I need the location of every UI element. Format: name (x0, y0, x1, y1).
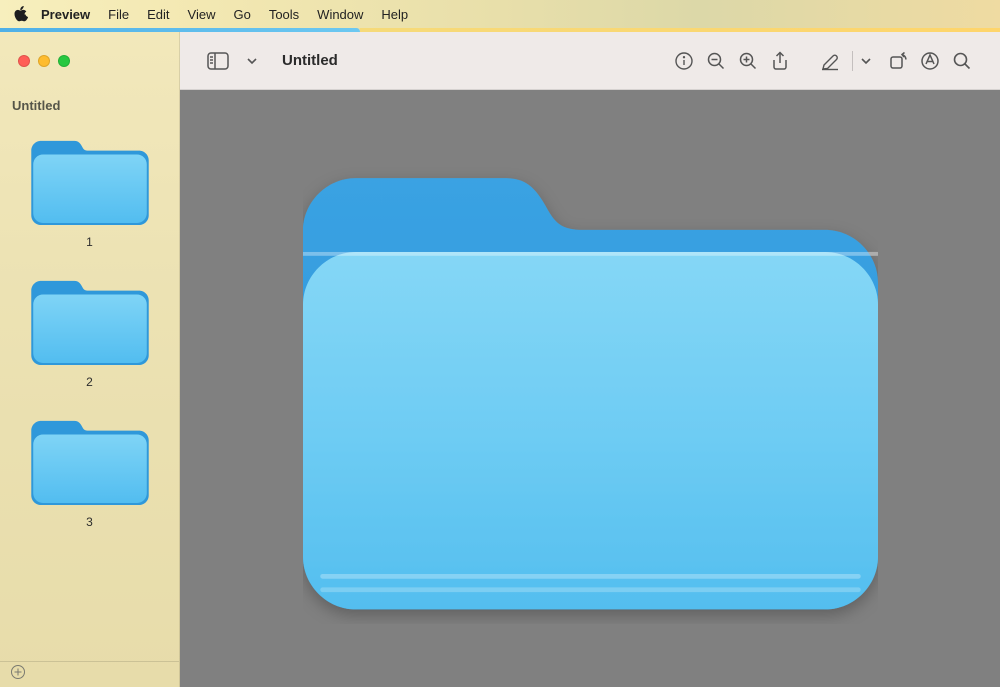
close-button[interactable] (18, 55, 30, 67)
sidebar-footer (0, 661, 179, 687)
zoom-in-button[interactable] (732, 47, 764, 75)
sidebar-layout-button[interactable] (202, 47, 234, 75)
toolbar: Untitled (180, 32, 1000, 90)
share-button[interactable] (764, 47, 796, 75)
sidebar-document-title: Untitled (0, 90, 179, 117)
main-pane: Untitled (180, 32, 1000, 687)
menubar-item-tools[interactable]: Tools (260, 7, 308, 22)
canvas-area[interactable] (180, 90, 1000, 687)
menubar-item-file[interactable]: File (99, 7, 138, 22)
thumbnail-item[interactable]: 1 (0, 133, 179, 249)
highlight-menu-button[interactable] (858, 47, 874, 75)
chevron-down-icon[interactable] (244, 47, 260, 75)
search-button[interactable] (946, 47, 978, 75)
thumbnail-item[interactable]: 2 (0, 273, 179, 389)
preview-window: Untitled 1 2 (0, 32, 1000, 687)
minimize-button[interactable] (38, 55, 50, 67)
info-button[interactable] (668, 47, 700, 75)
rotate-button[interactable] (882, 47, 914, 75)
thumbnail-list: 1 2 3 (0, 117, 179, 661)
traffic-lights (18, 55, 70, 67)
thumbnail-label: 2 (86, 375, 93, 389)
markup-button[interactable] (914, 47, 946, 75)
zoom-button[interactable] (58, 55, 70, 67)
add-page-button[interactable] (10, 664, 26, 685)
thumbnail-item[interactable]: 3 (0, 413, 179, 529)
menubar-item-window[interactable]: Window (308, 7, 372, 22)
sidebar: Untitled 1 2 (0, 32, 180, 687)
apple-menu[interactable] (14, 6, 32, 22)
zoom-out-button[interactable] (700, 47, 732, 75)
menubar-app-name[interactable]: Preview (32, 7, 99, 22)
folder-icon (31, 413, 149, 505)
menubar: Preview File Edit View Go Tools Window H… (0, 0, 1000, 28)
menubar-item-go[interactable]: Go (224, 7, 259, 22)
folder-icon (31, 133, 149, 225)
menubar-item-help[interactable]: Help (372, 7, 417, 22)
window-title[interactable]: Untitled (282, 52, 338, 69)
toolbar-divider (852, 51, 853, 71)
folder-icon-large (303, 154, 878, 624)
folder-icon (31, 273, 149, 365)
highlight-button[interactable] (814, 47, 846, 75)
thumbnail-label: 1 (86, 235, 93, 249)
menubar-item-view[interactable]: View (179, 7, 225, 22)
window-titlebar-left (0, 32, 179, 90)
menubar-item-edit[interactable]: Edit (138, 7, 178, 22)
thumbnail-label: 3 (86, 515, 93, 529)
